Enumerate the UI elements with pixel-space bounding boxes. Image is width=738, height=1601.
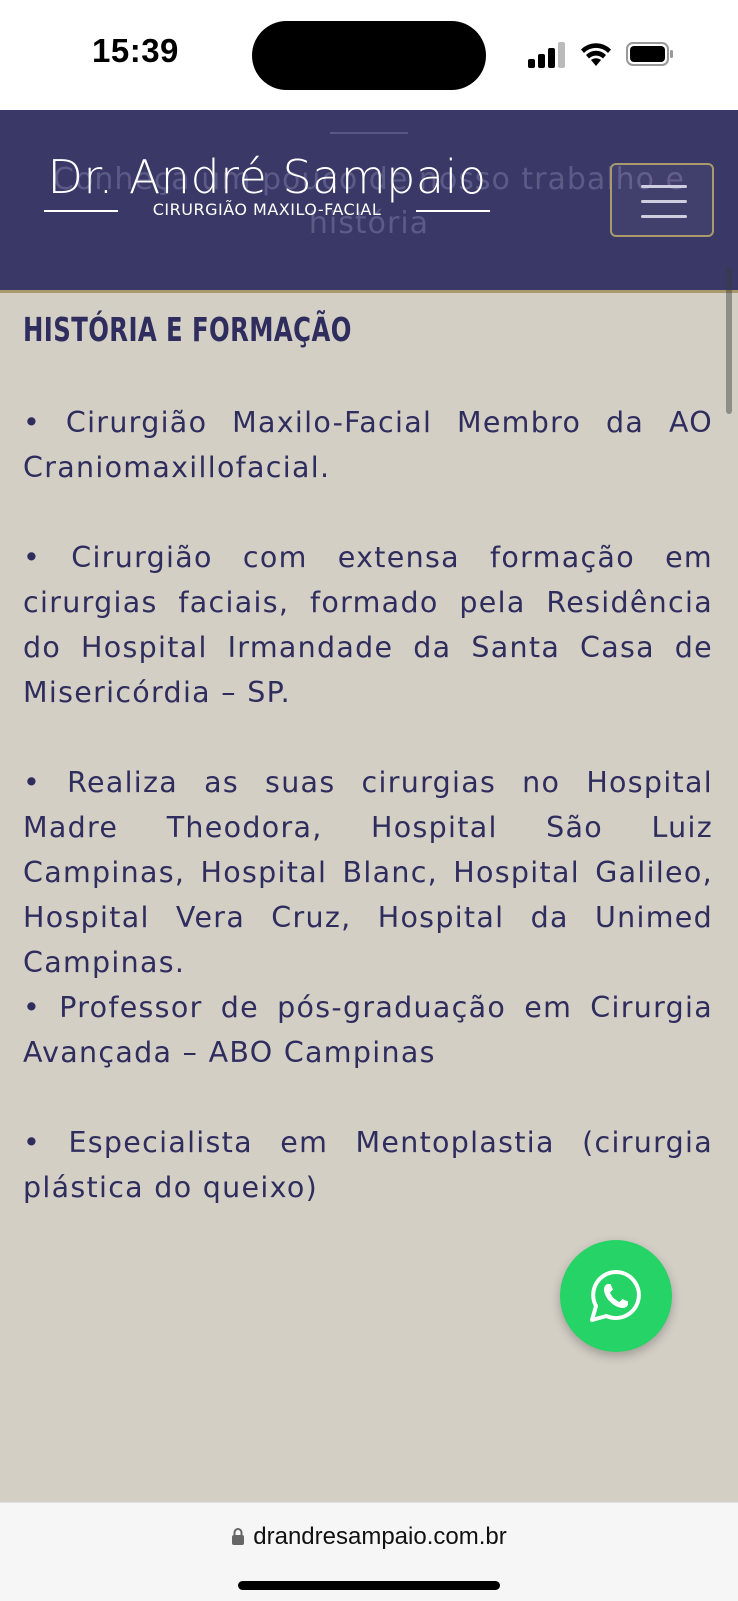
list-item: • Cirurgião Maxilo-Facial Membro da AO C… (23, 406, 713, 484)
scrollbar[interactable] (726, 268, 732, 414)
list-item: • Realiza as suas cirurgias no Hospital … (23, 766, 713, 979)
logo-name: Dr. André Sampaio (47, 150, 487, 204)
home-indicator[interactable] (238, 1581, 500, 1590)
status-bar: 15:39 (0, 0, 738, 110)
menu-icon (641, 185, 687, 188)
status-icons (528, 40, 678, 70)
site-header: Conheça um pouco de nosso trabalho e his… (0, 110, 738, 293)
section-title: HISTÓRIA E FORMAÇÃO (23, 310, 352, 349)
logo[interactable]: Dr. André Sampaio CIRURGIÃO MAXILO-FACIA… (44, 150, 490, 230)
wifi-icon (581, 43, 611, 66)
whatsapp-icon (590, 1270, 641, 1322)
url-text: drandresampaio.com.br (253, 1523, 507, 1550)
battery-icon (626, 42, 673, 66)
menu-button[interactable] (610, 163, 714, 237)
ghost-divider (330, 132, 408, 134)
list-item: • Cirurgião com extensa formação em ciru… (23, 541, 713, 709)
logo-rule (416, 210, 490, 212)
list-item: • Professor de pós-graduação em Cirurgia… (23, 991, 713, 1069)
status-time: 15:39 (92, 32, 179, 69)
list-item: • Especialista em Mentoplastia (cirurgia… (23, 1126, 713, 1204)
lock-icon (232, 1528, 245, 1545)
signal-icon (528, 40, 568, 68)
whatsapp-button[interactable] (560, 1240, 672, 1352)
dynamic-island (252, 21, 486, 90)
address-bar[interactable]: drandresampaio.com.br (0, 1523, 738, 1551)
browser-bar: drandresampaio.com.br (0, 1502, 738, 1601)
menu-icon (641, 215, 687, 218)
menu-icon (641, 200, 687, 203)
